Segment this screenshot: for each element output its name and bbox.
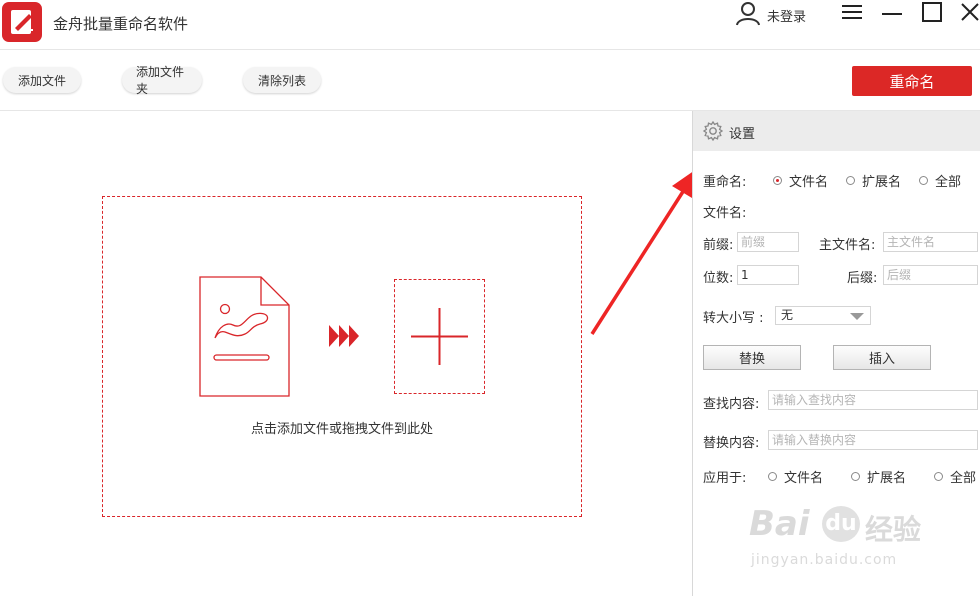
app-title: 金舟批量重命名软件 <box>53 15 189 33</box>
forward-arrows-icon <box>329 325 359 347</box>
watermark-url: jingyan.baidu.com <box>751 552 898 568</box>
replace-button[interactable]: 替换 <box>703 345 801 370</box>
user-icon <box>735 0 761 30</box>
radio-selected-icon <box>773 176 782 185</box>
plus-icon <box>411 308 468 365</box>
rename-target-label: 重命名: <box>703 175 747 190</box>
apply-label: 应用于: <box>703 471 747 486</box>
clear-list-button[interactable]: 清除列表 <box>243 67 321 93</box>
maximize-icon[interactable] <box>917 0 947 24</box>
settings-header: 设置 <box>693 111 980 151</box>
radio-icon <box>846 176 855 185</box>
watermark-brand: Bai <box>749 504 810 544</box>
watermark-brand-cn: 经验 <box>865 513 922 546</box>
rename-option-extension-label: 扩展名 <box>862 175 902 190</box>
rename-option-extension[interactable]: 扩展名 <box>846 171 901 190</box>
apply-option-all-label: 全部 <box>950 471 977 486</box>
prefix-label: 前缀: <box>703 238 734 253</box>
find-input[interactable] <box>768 390 978 410</box>
apply-option-extension[interactable]: 扩展名 <box>851 467 906 486</box>
toolbar: 添加文件 添加文件夹 清除列表 重命名 <box>0 51 980 111</box>
app-logo <box>2 2 42 42</box>
add-file-placeholder[interactable] <box>394 279 485 394</box>
rename-button[interactable]: 重命名 <box>852 66 972 96</box>
mainname-label: 主文件名: <box>819 238 876 253</box>
rename-option-all-label: 全部 <box>935 175 962 190</box>
rename-option-all[interactable]: 全部 <box>919 171 961 190</box>
baidu-watermark: Bai du 经验 jingyan.baidu.com <box>749 492 949 582</box>
user-login-label: 未登录 <box>767 9 807 25</box>
insert-button[interactable]: 插入 <box>833 345 931 370</box>
prefix-input[interactable] <box>737 232 799 252</box>
case-select-value: 无 <box>781 308 794 322</box>
mainname-input[interactable] <box>883 232 978 252</box>
watermark-paw: du <box>822 506 860 542</box>
digits-label: 位数: <box>703 271 734 286</box>
case-label: 转大小写 : <box>703 311 764 326</box>
suffix-label: 后缀: <box>847 271 878 286</box>
annotation-arrow <box>590 168 698 335</box>
case-select[interactable]: 无 <box>775 306 871 325</box>
apply-option-filename-label: 文件名 <box>784 471 824 486</box>
digits-input[interactable] <box>737 265 799 285</box>
document-icon <box>199 276 290 397</box>
suffix-input[interactable] <box>883 265 978 285</box>
minimize-icon[interactable] <box>877 0 907 24</box>
apply-option-filename[interactable]: 文件名 <box>768 467 823 486</box>
replace-input[interactable] <box>768 430 978 450</box>
find-label: 查找内容: <box>703 397 760 412</box>
title-bar: 金舟批量重命名软件 未登录 <box>0 0 980 50</box>
radio-icon <box>934 472 943 481</box>
radio-icon <box>851 472 860 481</box>
close-icon[interactable] <box>955 0 980 24</box>
apply-option-all[interactable]: 全部 <box>934 467 976 486</box>
apply-option-extension-label: 扩展名 <box>867 471 907 486</box>
menu-icon[interactable] <box>837 0 867 24</box>
rename-option-filename[interactable]: 文件名 <box>773 171 828 190</box>
rename-option-filename-label: 文件名 <box>789 175 829 190</box>
add-folder-button[interactable]: 添加文件夹 <box>122 65 202 96</box>
filename-section-label: 文件名: <box>703 206 747 221</box>
add-file-button[interactable]: 添加文件 <box>3 67 81 93</box>
gear-icon <box>702 120 724 145</box>
radio-icon <box>768 472 777 481</box>
user-login[interactable]: 未登录 <box>735 0 806 30</box>
radio-icon <box>919 176 928 185</box>
file-drop-zone[interactable]: 点击添加文件或拖拽文件到此处 <box>102 196 582 517</box>
drop-hint-text: 点击添加文件或拖拽文件到此处 <box>250 422 433 437</box>
replace-label: 替换内容: <box>703 436 760 451</box>
chevron-down-icon <box>850 313 864 320</box>
settings-title: 设置 <box>729 127 756 142</box>
